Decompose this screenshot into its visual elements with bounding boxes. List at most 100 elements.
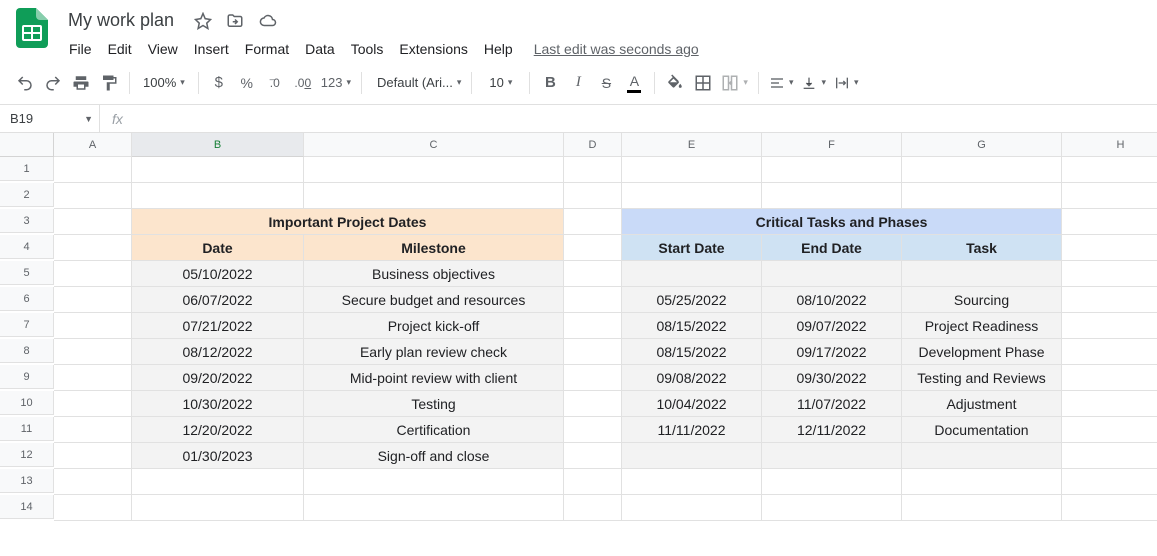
menu-view[interactable]: View: [141, 37, 185, 61]
cell[interactable]: [564, 235, 622, 261]
spreadsheet-grid[interactable]: A B C D E F G H 1 2 3 Important Project …: [0, 133, 1157, 521]
col-header-G[interactable]: G: [902, 133, 1062, 157]
cell[interactable]: [762, 495, 902, 521]
cell[interactable]: [54, 157, 132, 183]
cell[interactable]: Development Phase: [902, 339, 1062, 365]
cell[interactable]: Sign-off and close: [304, 443, 564, 469]
cell[interactable]: [1062, 183, 1157, 209]
row-header[interactable]: 5: [0, 261, 54, 285]
cell[interactable]: [54, 209, 132, 235]
row-header[interactable]: 7: [0, 313, 54, 337]
col-header-F[interactable]: F: [762, 133, 902, 157]
menu-extensions[interactable]: Extensions: [392, 37, 474, 61]
cell[interactable]: [1062, 339, 1157, 365]
cell[interactable]: [54, 313, 132, 339]
cell[interactable]: [902, 261, 1062, 287]
cell[interactable]: [762, 443, 902, 469]
t1-header-date[interactable]: Date: [132, 235, 304, 261]
cell[interactable]: [564, 183, 622, 209]
menu-file[interactable]: File: [62, 37, 99, 61]
cell[interactable]: [1062, 469, 1157, 495]
cell[interactable]: 09/07/2022: [762, 313, 902, 339]
cell[interactable]: [622, 495, 762, 521]
cell[interactable]: Early plan review check: [304, 339, 564, 365]
cell[interactable]: Business objectives: [304, 261, 564, 287]
cell[interactable]: 10/04/2022: [622, 391, 762, 417]
row-header[interactable]: 4: [0, 235, 54, 259]
bold-button[interactable]: B: [537, 69, 563, 97]
menu-edit[interactable]: Edit: [101, 37, 139, 61]
font-size-dropdown[interactable]: 10: [479, 69, 522, 97]
cell[interactable]: [54, 417, 132, 443]
redo-button[interactable]: [40, 69, 66, 97]
t2-title[interactable]: Critical Tasks and Phases: [622, 209, 1062, 235]
t1-header-milestone[interactable]: Milestone: [304, 235, 564, 261]
menu-data[interactable]: Data: [298, 37, 342, 61]
cell[interactable]: [54, 339, 132, 365]
cell[interactable]: [902, 469, 1062, 495]
cell[interactable]: 08/10/2022: [762, 287, 902, 313]
cell[interactable]: [564, 261, 622, 287]
cell[interactable]: [564, 443, 622, 469]
row-header[interactable]: 9: [0, 365, 54, 389]
cell[interactable]: [564, 391, 622, 417]
t1-title[interactable]: Important Project Dates: [132, 209, 564, 235]
row-header[interactable]: 3: [0, 209, 54, 233]
cell[interactable]: [762, 183, 902, 209]
cell[interactable]: Testing: [304, 391, 564, 417]
cell[interactable]: 12/11/2022: [762, 417, 902, 443]
menu-help[interactable]: Help: [477, 37, 520, 61]
cell[interactable]: Sourcing: [902, 287, 1062, 313]
cell[interactable]: [132, 469, 304, 495]
name-box[interactable]: B19▼: [0, 105, 100, 132]
menu-format[interactable]: Format: [238, 37, 296, 61]
move-icon[interactable]: [226, 12, 244, 30]
sheets-logo[interactable]: [12, 8, 52, 48]
col-header-D[interactable]: D: [564, 133, 622, 157]
increase-decimal-button[interactable]: .00: [290, 69, 316, 97]
menu-tools[interactable]: Tools: [344, 37, 391, 61]
cell[interactable]: [902, 495, 1062, 521]
cell[interactable]: [1062, 287, 1157, 313]
cell[interactable]: [132, 183, 304, 209]
cell[interactable]: 12/20/2022: [132, 417, 304, 443]
cloud-status-icon[interactable]: [258, 12, 278, 30]
cell[interactable]: [54, 469, 132, 495]
cell[interactable]: [564, 495, 622, 521]
cell[interactable]: [54, 287, 132, 313]
t2-header-start[interactable]: Start Date: [622, 235, 762, 261]
cell[interactable]: [304, 157, 564, 183]
col-header-E[interactable]: E: [622, 133, 762, 157]
t2-header-task[interactable]: Task: [902, 235, 1062, 261]
cell[interactable]: Certification: [304, 417, 564, 443]
cell[interactable]: 08/15/2022: [622, 313, 762, 339]
cell[interactable]: [564, 157, 622, 183]
cell[interactable]: [54, 235, 132, 261]
number-format-dropdown[interactable]: 123: [318, 69, 354, 97]
doc-title[interactable]: My work plan: [62, 8, 180, 33]
cell[interactable]: Testing and Reviews: [902, 365, 1062, 391]
cell[interactable]: [622, 261, 762, 287]
cell[interactable]: 07/21/2022: [132, 313, 304, 339]
borders-button[interactable]: [690, 69, 716, 97]
cell[interactable]: [1062, 157, 1157, 183]
cell[interactable]: [902, 157, 1062, 183]
cell[interactable]: [622, 469, 762, 495]
cell[interactable]: Project Readiness: [902, 313, 1062, 339]
text-color-button[interactable]: A: [621, 69, 647, 97]
row-header[interactable]: 12: [0, 443, 54, 467]
fill-color-button[interactable]: [662, 69, 688, 97]
cell[interactable]: [54, 365, 132, 391]
cell[interactable]: [1062, 235, 1157, 261]
last-edit-link[interactable]: Last edit was seconds ago: [534, 41, 699, 57]
vertical-align-button[interactable]: [798, 69, 829, 97]
row-header[interactable]: 14: [0, 495, 54, 519]
strikethrough-button[interactable]: S: [593, 69, 619, 97]
cell[interactable]: [304, 495, 564, 521]
cell[interactable]: [1062, 391, 1157, 417]
row-header[interactable]: 1: [0, 157, 54, 181]
star-icon[interactable]: [194, 12, 212, 30]
italic-button[interactable]: I: [565, 69, 591, 97]
cell[interactable]: [564, 365, 622, 391]
cell[interactable]: [1062, 261, 1157, 287]
